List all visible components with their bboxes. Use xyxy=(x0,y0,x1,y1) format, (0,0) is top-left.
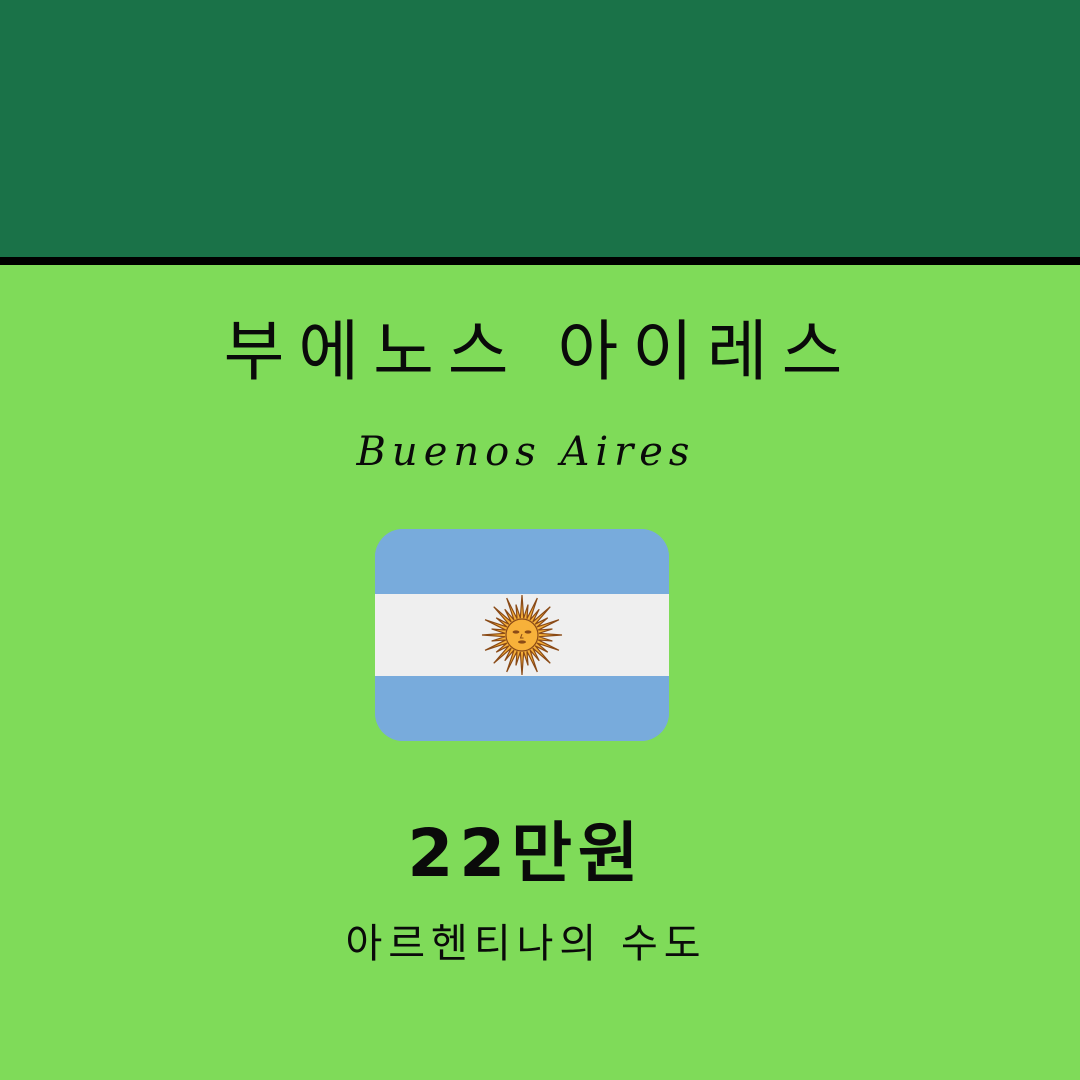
city-name-korean: 부에노스 아이레스 xyxy=(223,313,857,390)
population-value: 22만원 xyxy=(407,815,645,892)
divider-line xyxy=(0,257,1080,265)
city-name-english: Buenos Aires xyxy=(356,429,696,475)
top-band xyxy=(0,0,1080,257)
argentina-flag-icon xyxy=(375,529,669,741)
sun-of-may-icon xyxy=(481,594,563,676)
capital-caption: 아르헨티나의 수도 xyxy=(345,921,707,967)
